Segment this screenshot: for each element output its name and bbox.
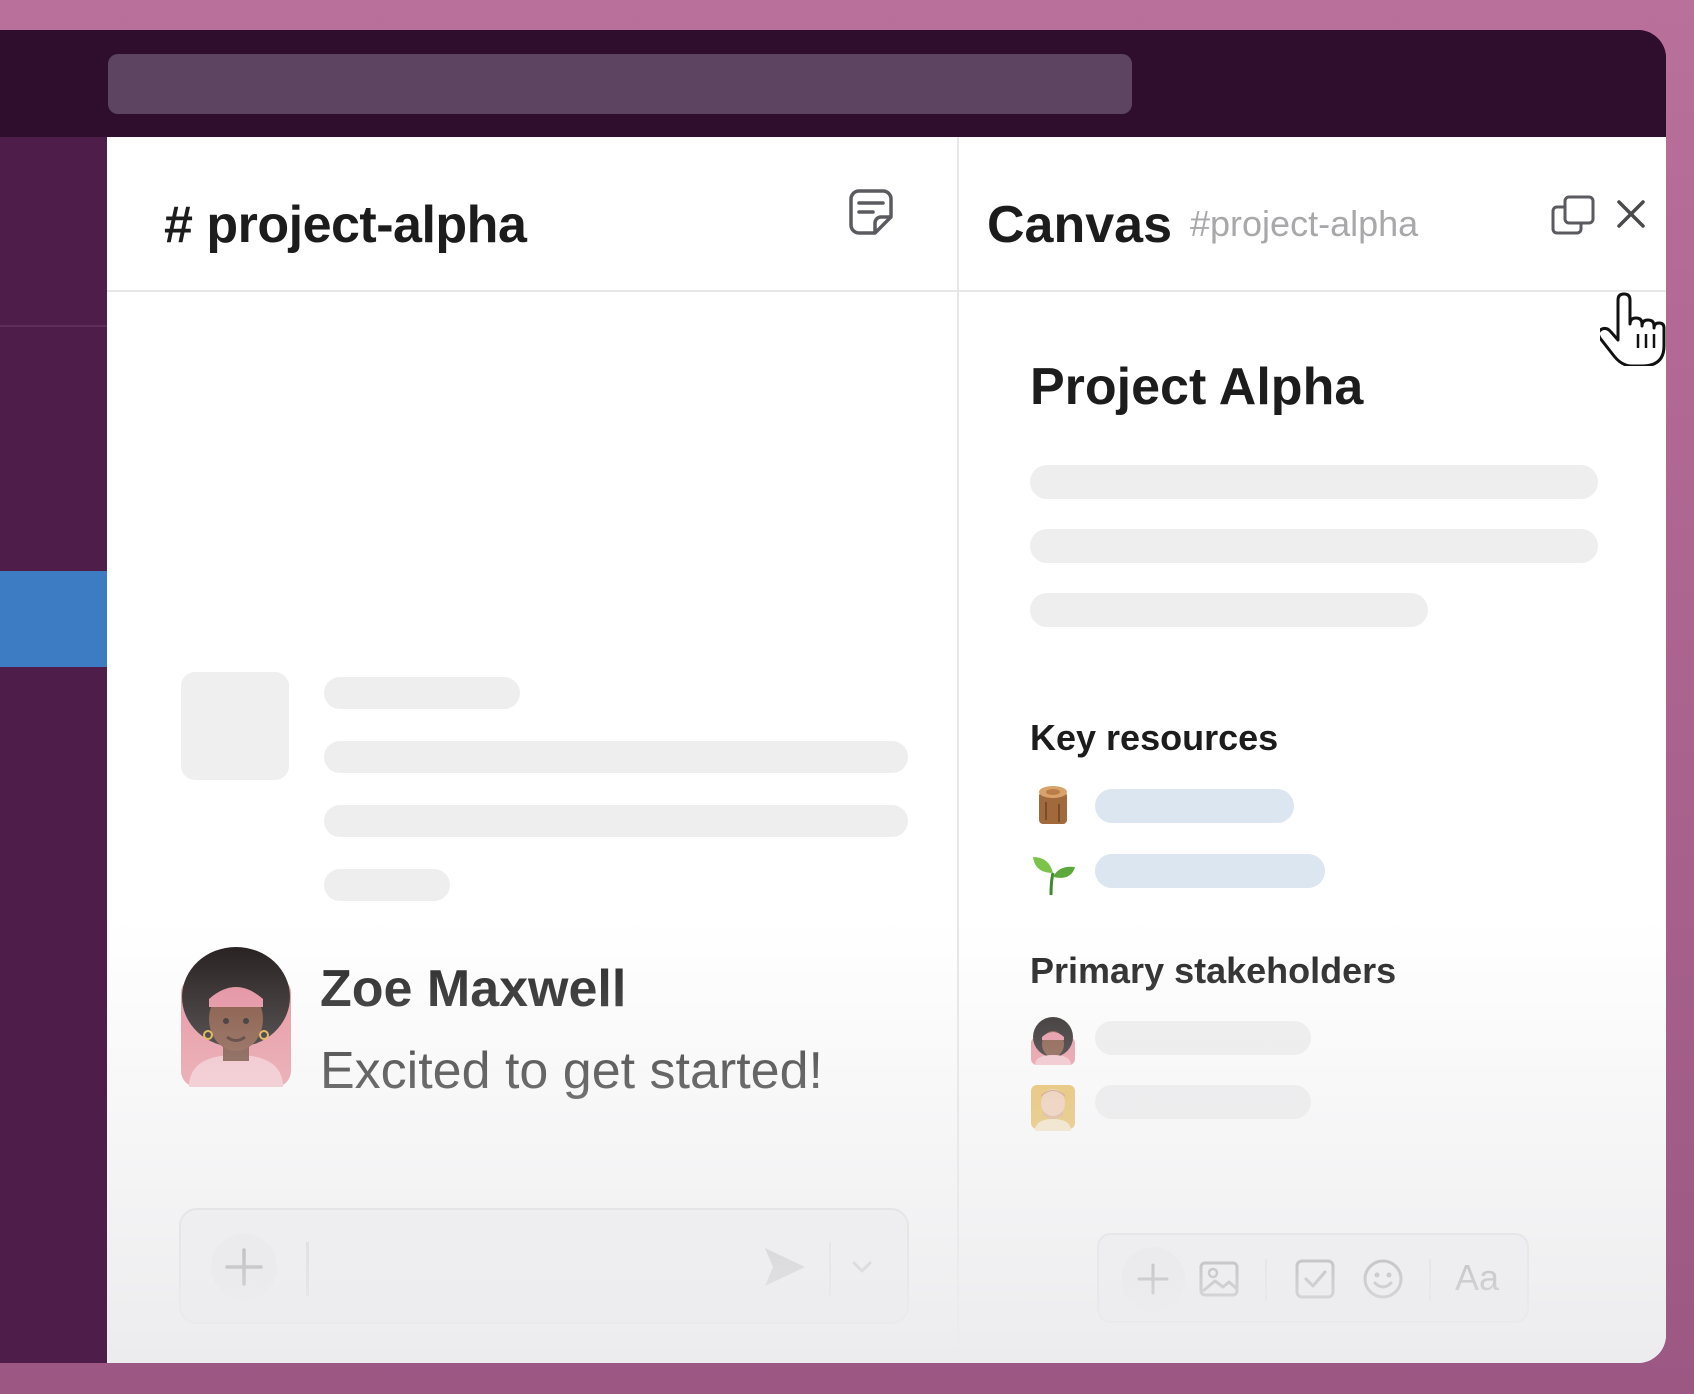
seedling-emoji-icon — [1033, 857, 1075, 896]
canvas-doc-title[interactable]: Project Alpha — [1030, 357, 1363, 417]
image-icon[interactable] — [1195, 1255, 1243, 1303]
search-bar[interactable] — [108, 54, 1132, 114]
app-window: # project-alpha Zoe Maxwell Excited to g… — [0, 30, 1666, 1363]
message-composer[interactable] — [179, 1208, 909, 1324]
canvas-header: Canvas #project-alpha — [959, 137, 1666, 292]
stakeholder-avatar[interactable] — [1029, 1017, 1077, 1065]
avatar[interactable] — [181, 947, 291, 1087]
placeholder-line — [1095, 1021, 1311, 1055]
main-area: # project-alpha Zoe Maxwell Excited to g… — [107, 137, 1666, 1363]
primary-stakeholders-heading: Primary stakeholders — [1030, 950, 1397, 991]
placeholder-line — [1030, 465, 1598, 499]
channel-pane: # project-alpha Zoe Maxwell Excited to g… — [107, 137, 957, 1363]
notes-icon[interactable] — [845, 187, 897, 239]
hand-cursor-icon — [1600, 292, 1666, 366]
key-resources-heading: Key resources — [1030, 717, 1279, 758]
plus-icon — [225, 1248, 263, 1286]
title-bar — [0, 30, 1666, 137]
message-text: Excited to get started! — [320, 1042, 823, 1100]
canvas-toolbar: Aa — [1097, 1233, 1529, 1323]
canvas-pane: Canvas #project-alpha Project Alpha Key … — [959, 137, 1666, 1363]
placeholder-avatar — [181, 672, 289, 780]
placeholder-line — [324, 741, 908, 773]
text-style-button[interactable]: Aa — [1455, 1257, 1499, 1299]
sidebar — [0, 137, 107, 1363]
message-sender[interactable]: Zoe Maxwell — [320, 959, 626, 1019]
channel-title[interactable]: # project-alpha — [164, 195, 527, 255]
placeholder-line — [324, 677, 520, 709]
canvas-title: Canvas — [987, 196, 1172, 254]
send-icon[interactable] — [761, 1244, 809, 1290]
placeholder-line — [324, 805, 908, 837]
stakeholder-avatar[interactable] — [1029, 1083, 1077, 1131]
log-emoji-icon — [1039, 786, 1067, 824]
add-attachment-button[interactable] — [211, 1234, 277, 1300]
placeholder-line — [1095, 1085, 1311, 1119]
resource-link[interactable] — [1095, 854, 1325, 888]
toolbar-divider — [1265, 1259, 1267, 1301]
checkbox-icon[interactable] — [1291, 1255, 1339, 1303]
sidebar-item-active[interactable] — [0, 571, 107, 667]
resource-link[interactable] — [1095, 789, 1294, 823]
toolbar-divider — [1429, 1259, 1431, 1301]
canvas-channel-link[interactable]: #project-alpha — [1190, 203, 1418, 245]
plus-icon — [1137, 1263, 1169, 1295]
popout-icon[interactable] — [1551, 195, 1595, 235]
channel-header: # project-alpha — [107, 137, 957, 292]
close-icon[interactable] — [1614, 197, 1648, 231]
chevron-down-icon[interactable] — [849, 1256, 875, 1278]
placeholder-line — [1030, 529, 1598, 563]
sidebar-divider — [0, 325, 107, 327]
placeholder-line — [324, 869, 450, 901]
placeholder-line — [1030, 593, 1428, 627]
insert-button[interactable] — [1121, 1247, 1185, 1311]
composer-divider — [829, 1242, 831, 1296]
emoji-icon[interactable] — [1359, 1255, 1407, 1303]
text-cursor — [306, 1242, 309, 1296]
